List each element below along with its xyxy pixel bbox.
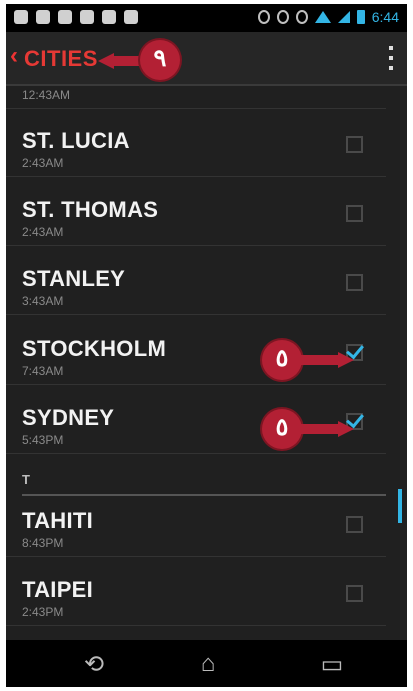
city-time: 7:43AM (22, 364, 64, 378)
city-name: SYDNEY (22, 405, 115, 430)
notification-icons (14, 10, 138, 24)
list-item[interactable]: STANLEY 3:43AM (6, 246, 386, 315)
step-number-badge: ٩ (140, 40, 180, 80)
list-item[interactable]: TAIPEI 2:43PM (6, 557, 386, 626)
city-checkbox[interactable] (346, 585, 363, 602)
city-name: STANLEY (22, 266, 126, 291)
city-checkbox[interactable] (346, 136, 363, 153)
city-time: 2:43AM (22, 225, 64, 239)
gamepad-icon (124, 10, 138, 24)
city-name: TAIPEI (22, 577, 94, 602)
section-letter: T (22, 472, 30, 487)
city-time: 8:43PM (22, 536, 64, 550)
sync-icon (276, 10, 289, 24)
city-name: ST. LUCIA (22, 128, 130, 153)
city-time: 5:43PM (22, 433, 64, 447)
list-item[interactable]: ST. THOMAS 2:43AM (6, 177, 386, 246)
list-item[interactable]: ST. LUCIA 2:43AM (6, 108, 386, 177)
recents-icon[interactable]: ▭ (302, 650, 362, 679)
city-checkbox[interactable] (346, 205, 363, 222)
check-circle-icon (80, 10, 94, 24)
download-icon (36, 10, 50, 24)
up-caret-icon[interactable]: ‹ (10, 42, 18, 70)
city-checkbox[interactable] (346, 274, 363, 291)
city-time: 12:43AM (22, 88, 71, 102)
overflow-menu-icon[interactable] (387, 46, 395, 70)
step-number-badge: ٥ (262, 409, 302, 449)
status-time: 6:44 (371, 9, 399, 25)
home-icon[interactable]: ⌂ (178, 650, 238, 678)
city-time: 2:43AM (22, 156, 64, 170)
action-bar: ‹ CITIES (6, 32, 407, 86)
message-icon (58, 10, 72, 24)
image-icon (102, 10, 116, 24)
city-time: 2:43PM (22, 605, 64, 619)
city-name: TAHITI (22, 508, 94, 533)
city-name: ST. THOMAS (22, 197, 159, 222)
status-bar: 6:44 (6, 4, 407, 32)
list-item[interactable]: TAHITI 8:43PM (6, 488, 386, 557)
city-name: STOCKHOLM (22, 336, 167, 361)
system-icons: 6:44 (257, 9, 399, 25)
phone-screen: 6:44 ‹ CITIES 12:43AM ST. LUCIA 2:43AM S… (6, 4, 407, 687)
list-item[interactable]: SYDNEY 5:43PM (6, 385, 386, 454)
list-item[interactable]: 12:43AM (6, 86, 386, 109)
wifi-icon (314, 11, 331, 23)
sim-icon (14, 10, 28, 24)
city-time: 3:43AM (22, 294, 64, 308)
scrollbar[interactable] (398, 489, 402, 523)
alarm-icon (295, 10, 308, 24)
city-checkbox[interactable] (346, 516, 363, 533)
vibrate-icon (257, 10, 270, 24)
nav-bar: ⟲ ⌂ ▭ (6, 640, 407, 687)
page-title[interactable]: CITIES (24, 46, 98, 72)
step-number-badge: ٥ (262, 340, 302, 380)
back-icon[interactable]: ⟲ (64, 650, 124, 679)
screenshot-frame: 6:44 ‹ CITIES 12:43AM ST. LUCIA 2:43AM S… (0, 0, 413, 691)
list-item[interactable]: STOCKHOLM 7:43AM (6, 316, 386, 385)
battery-icon (356, 10, 365, 24)
signal-icon (337, 11, 350, 23)
